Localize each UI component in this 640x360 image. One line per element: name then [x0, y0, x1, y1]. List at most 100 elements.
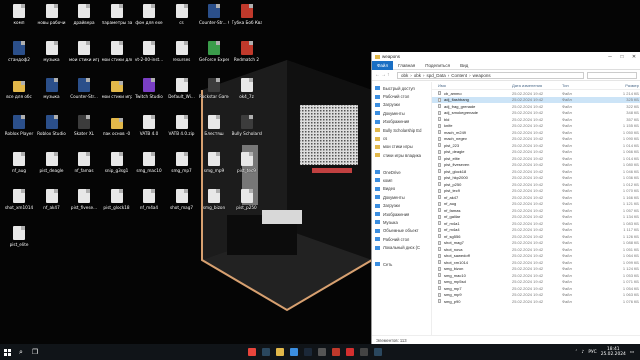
- desktop-icon[interactable]: стандоф2: [4, 41, 34, 62]
- minimize-button[interactable]: ─: [604, 54, 616, 60]
- file-row[interactable]: bld 25.02.2024 19:42 Файл 357 КБ: [432, 116, 640, 123]
- file-row[interactable]: smg_bizon 25.02.2024 19:42 Файл 1 124 КБ: [432, 266, 640, 273]
- desktop-icon[interactable]: Bully Scholarship Edition: [232, 115, 262, 136]
- taskbar-app[interactable]: [329, 344, 343, 360]
- file-row[interactable]: nf_sg556 25.02.2024 19:42 Файл 1 126 КБ: [432, 233, 640, 240]
- desktop-icon[interactable]: shot_xm1014: [4, 189, 34, 210]
- desktop-icon[interactable]: Roblox Studio: [37, 115, 67, 136]
- file-row[interactable]: nf_galilar 25.02.2024 19:42 Файл 1 134 КБ: [432, 214, 640, 221]
- file-row[interactable]: adj_flashbang 25.02.2024 19:42 Файл 325 КБ: [432, 96, 640, 103]
- nav-item[interactable]: Рабочий стол: [372, 235, 431, 243]
- tab-share[interactable]: Поделиться: [420, 63, 455, 68]
- desktop-icon[interactable]: драйвера: [69, 4, 99, 25]
- file-row[interactable]: nf_m4a4 25.02.2024 19:42 Файл 1 117 КБ: [432, 227, 640, 234]
- file-row[interactable]: pist_glock18 25.02.2024 19:42 Файл 1 046 КБ: [432, 168, 640, 175]
- desktop-icon[interactable]: shot_mag7: [167, 189, 197, 210]
- maximize-button[interactable]: □: [616, 54, 628, 60]
- desktop-icon[interactable]: Counter-Str... Global Offe...: [199, 4, 229, 25]
- volume-icon[interactable]: ♪: [582, 350, 585, 355]
- desktop-icon[interactable]: пак оснoв -0: [102, 115, 132, 136]
- nav-item[interactable]: Локальный диск (C: [372, 243, 431, 251]
- file-row[interactable]: nf_aug 25.02.2024 19:42 Файл 1 121 КБ: [432, 201, 640, 208]
- desktop-icon[interactable]: Skater XL: [69, 115, 99, 136]
- file-row[interactable]: pist_deagle 25.02.2024 19:42 Файл 1 066 КБ: [432, 149, 640, 156]
- desktop-icon[interactable]: новы рабочи: [37, 4, 67, 25]
- column-size[interactable]: Размер: [608, 83, 639, 88]
- desktop-icon[interactable]: nf_m4a4: [134, 189, 164, 210]
- breadcrumb-1[interactable]: obk: [414, 73, 421, 78]
- desktop-icon[interactable]: комп: [4, 4, 34, 25]
- file-row[interactable]: smg_p90 25.02.2024 19:42 Файл 1 076 КБ: [432, 298, 640, 305]
- nav-item[interactable]: Документы: [372, 193, 431, 201]
- desktop-icon[interactable]: Counter-Str...: [69, 78, 99, 99]
- desktop-icon[interactable]: мои стики игры: [102, 78, 132, 99]
- desktop-icon[interactable]: pist_fivese...: [69, 189, 99, 210]
- desktop-icon[interactable]: vt-2-00-inst...: [134, 41, 164, 62]
- tab-file[interactable]: Файл: [372, 60, 394, 70]
- nav-item[interactable]: Видео: [372, 185, 431, 193]
- nav-item[interactable]: Документы: [372, 109, 431, 117]
- desktop-icon[interactable]: все для обс: [4, 78, 34, 99]
- file-row[interactable]: nf_m4a1 25.02.2024 19:42 Файл 1 083 КБ: [432, 220, 640, 227]
- tab-home[interactable]: Главная: [393, 63, 420, 68]
- file-row[interactable]: mach_negev 25.02.2024 19:42 Файл 1 090 КБ: [432, 136, 640, 143]
- desktop-icon[interactable]: Twitch Studio: [134, 78, 164, 99]
- start-button[interactable]: [0, 344, 14, 360]
- breadcrumb-0[interactable]: obk: [401, 73, 408, 78]
- file-row[interactable]: adj_smokegrenade 25.02.2024 19:42 Файл 348 …: [432, 110, 640, 117]
- nav-item[interactable]: мои стики игры: [372, 143, 431, 151]
- desktop-icon[interactable]: фон для ехе: [134, 4, 164, 25]
- address-bar[interactable]: obk › obk › spd_Data › Content › weapons: [397, 71, 584, 79]
- breadcrumb-4[interactable]: weapons: [473, 73, 491, 78]
- file-row[interactable]: shot_nova 25.02.2024 19:42 Файл 1 051 КБ: [432, 246, 640, 253]
- taskbar-app[interactable]: [259, 344, 273, 360]
- breadcrumb-2[interactable]: spd_Data: [427, 73, 446, 78]
- nav-item[interactable]: Изображения: [372, 118, 431, 126]
- desktop-icon[interactable]: GeForce Experience: [199, 41, 229, 62]
- desktop-icon[interactable]: smg_mp9: [199, 152, 229, 173]
- taskbar-app[interactable]: [273, 344, 287, 360]
- file-row[interactable]: smg_mp5sd 25.02.2024 19:42 Файл 1 071 КБ: [432, 279, 640, 286]
- nav-item[interactable]: стики игры владика: [372, 151, 431, 159]
- nav-item[interactable]: OneDrive: [372, 168, 431, 176]
- file-row[interactable]: pist_223 25.02.2024 19:42 Файл 1 014 КБ: [432, 142, 640, 149]
- desktop-icon[interactable]: Roblox Player: [4, 115, 34, 136]
- file-row[interactable]: cb_ammo 25.02.2024 19:42 Файл 1 214 КБ: [432, 90, 640, 97]
- chevron-up-icon[interactable]: ˄: [575, 350, 577, 355]
- search-input[interactable]: [587, 71, 637, 79]
- title-bar[interactable]: weapons ─ □ ✕: [372, 52, 640, 61]
- desktop-icon[interactable]: VATB 4.0: [134, 115, 164, 136]
- file-row[interactable]: smg_mp9 25.02.2024 19:42 Файл 1 063 КБ: [432, 292, 640, 299]
- file-row[interactable]: nf_ak47 25.02.2024 19:42 Файл 1 166 КБ: [432, 194, 640, 201]
- desktop-icon[interactable]: музыка: [37, 78, 67, 99]
- breadcrumb-3[interactable]: Content: [451, 73, 467, 78]
- desktop-icon[interactable]: pist_tec9: [232, 152, 262, 173]
- taskbar-app[interactable]: [315, 344, 329, 360]
- nav-item[interactable]: Загрузки: [372, 101, 431, 109]
- desktop-icon[interactable]: pist_deagle: [37, 152, 67, 173]
- desktop-icon[interactable]: pist_glock18: [102, 189, 132, 210]
- file-row[interactable]: pist_hkp2000 25.02.2024 19:42 Файл 1 036 КБ: [432, 175, 640, 182]
- desktop-icon[interactable]: мои стики игры: [69, 41, 99, 62]
- nav-item[interactable]: Быстрый доступ: [372, 84, 431, 92]
- nav-item[interactable]: Сеть: [372, 260, 431, 268]
- desktop-icon[interactable]: Default_Wi...: [167, 78, 197, 99]
- taskbar-app[interactable]: [343, 344, 357, 360]
- desktop-icon[interactable]: VATB 4.0.zip: [167, 115, 197, 136]
- column-name[interactable]: Имя: [432, 83, 512, 88]
- file-row[interactable]: pist_elite 25.02.2024 19:42 Файл 1 014 КБ: [432, 155, 640, 162]
- column-date[interactable]: Дата изменения: [512, 83, 562, 88]
- clock[interactable]: 18:41 25.02.2024: [601, 347, 626, 357]
- nav-item[interactable]: Bully Scholarship Ed: [372, 126, 431, 134]
- desktop-icon[interactable]: nf_ak47: [37, 189, 67, 210]
- desktop-icon[interactable]: resurses: [167, 41, 197, 62]
- file-row[interactable]: smg_mac10 25.02.2024 19:42 Файл 1 053 КБ: [432, 272, 640, 279]
- close-button[interactable]: ✕: [628, 54, 640, 60]
- nav-item[interactable]: Изображения: [372, 210, 431, 218]
- desktop-icon[interactable]: ok4_7z: [232, 78, 262, 99]
- desktop-icon[interactable]: smg_bizon: [199, 189, 229, 210]
- file-explorer-window[interactable]: weapons ─ □ ✕ Файл Главная Поделиться Ви…: [371, 52, 640, 344]
- desktop-icon[interactable]: сs: [167, 4, 197, 25]
- notification-icon[interactable]: ▭: [630, 350, 634, 355]
- desktop-icon[interactable]: nf_aug: [4, 152, 34, 173]
